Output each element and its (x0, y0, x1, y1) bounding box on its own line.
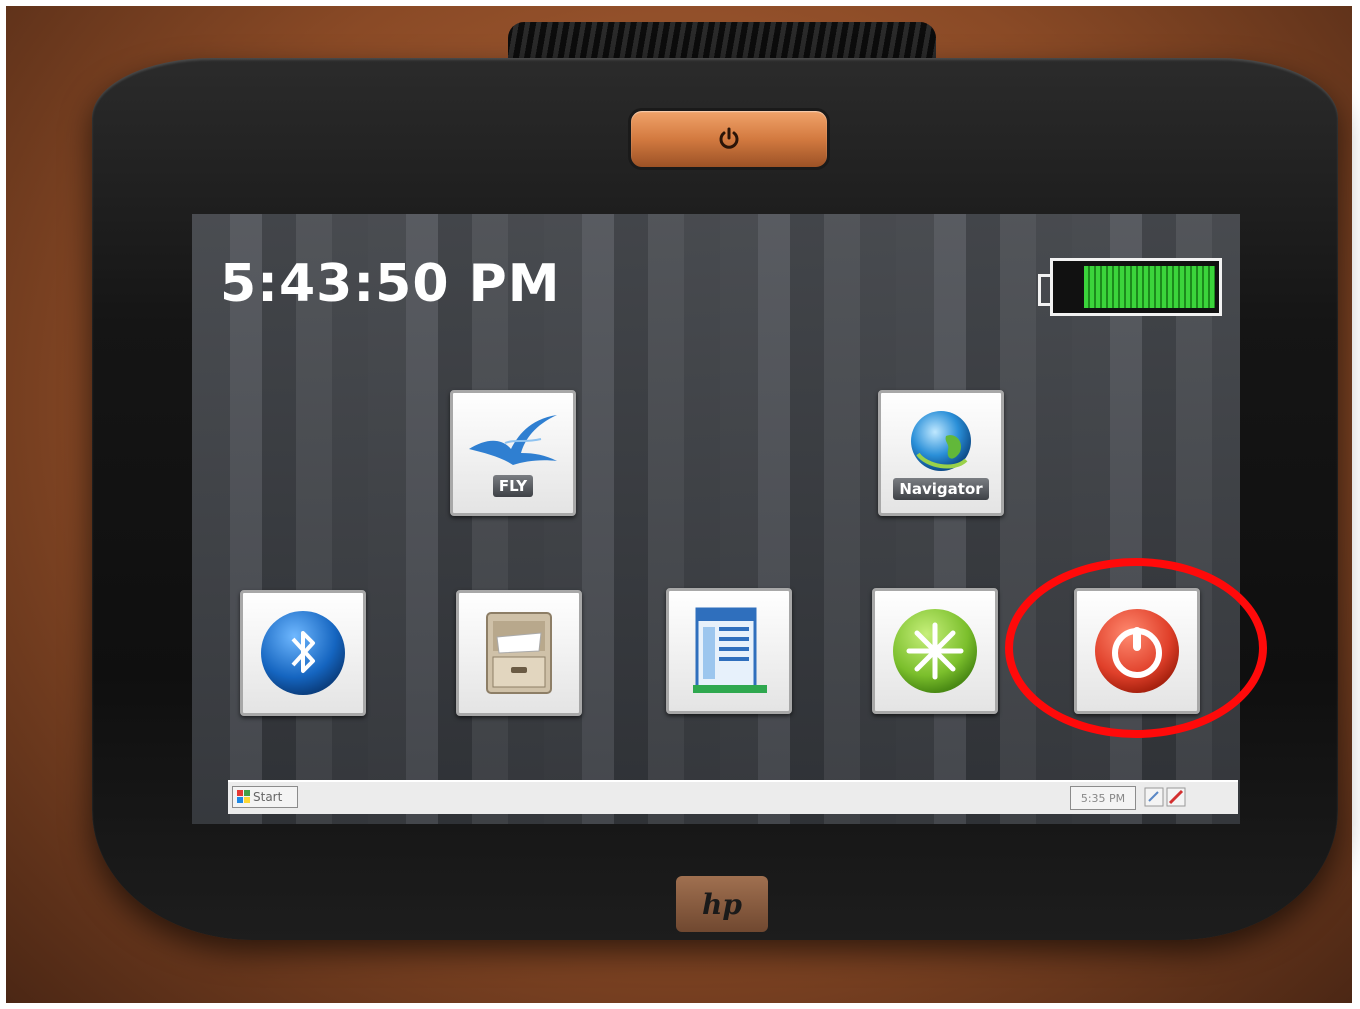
navigator-app-tile[interactable]: Navigator (878, 390, 1004, 516)
brand-text: hp (702, 887, 742, 921)
battery-indicator (1038, 258, 1224, 316)
power-icon (719, 127, 739, 149)
status-clock: 5:43:50 PM (220, 254, 561, 314)
fly-label: FLY (492, 475, 534, 497)
start-label: Start (253, 790, 283, 804)
hardware-power-button[interactable] (628, 108, 830, 170)
bird-icon (469, 415, 557, 465)
windows-flag-icon (237, 790, 250, 803)
brightness-tile[interactable] (872, 588, 998, 714)
taskbar: Start 5:35 PM (228, 780, 1238, 814)
network-icon[interactable] (1144, 787, 1164, 807)
highlight-circle-annotation (1005, 558, 1267, 738)
globe-icon (911, 411, 971, 471)
hp-logo: hp (676, 876, 768, 932)
taskbar-clock[interactable]: 5:35 PM (1070, 786, 1136, 810)
file-cabinet-icon (486, 612, 552, 694)
file-manager-tile[interactable] (456, 590, 582, 716)
system-settings-tile[interactable] (666, 588, 792, 714)
battery-level-fill (1084, 266, 1215, 308)
start-button[interactable]: Start (232, 786, 298, 808)
window-panel-icon (693, 607, 767, 693)
fly-app-tile[interactable]: FLY (450, 390, 576, 516)
navigator-label: Navigator (893, 478, 989, 500)
device-screen: 5:43:50 PM FLY Navigator Start 5:35 PM (192, 214, 1240, 824)
usb-connection-icon[interactable] (1166, 787, 1186, 807)
bluetooth-icon (261, 611, 345, 695)
sunburst-icon (893, 609, 977, 693)
bluetooth-tile[interactable] (240, 590, 366, 716)
